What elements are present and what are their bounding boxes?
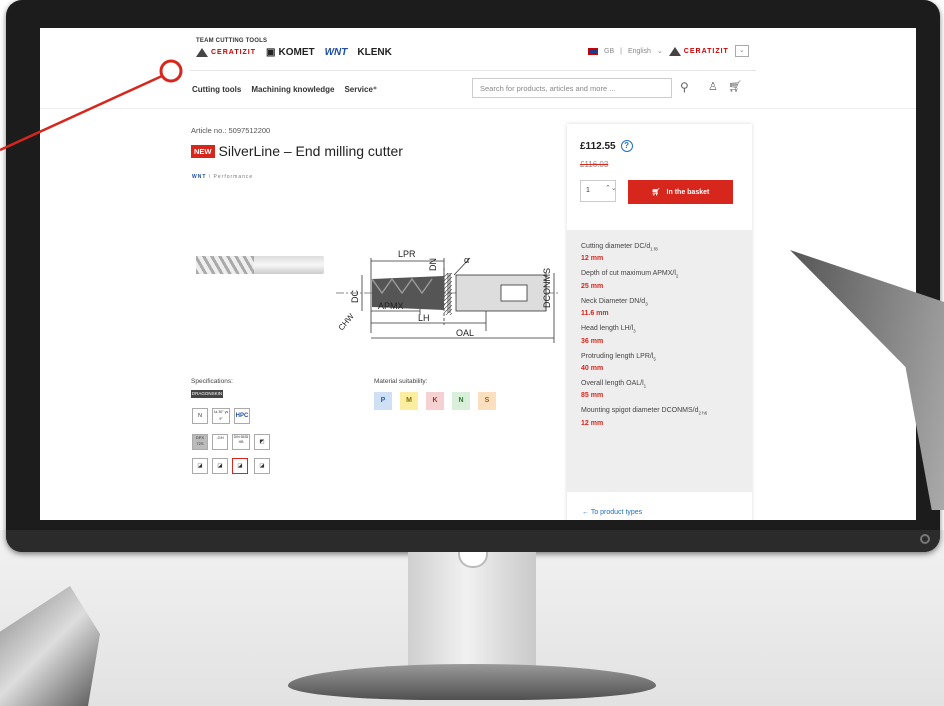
specifications-label: Specifications: [191,378,233,385]
specs-list: Cutting diameter DC/d1 f8 12 mm Depth of c… [567,230,752,492]
technical-drawing: LPR DN α DCONMS DC CHW APMX LH OAL [336,249,558,343]
spec-icon-hpc: HPC [234,408,250,424]
spec-value: 36 mm [581,337,604,345]
help-icon[interactable]: ? [620,140,633,152]
old-price: £116.03 [580,160,609,169]
cart-icon[interactable]: 🛒︎ [728,80,742,93]
spec-label: Overall length OAL/l1 [581,379,647,389]
monitor-base [288,664,656,700]
label-chw: CHW [337,312,356,333]
region-label: GB [604,47,615,55]
nav-item-cutting-tools[interactable]: Cutting tools [192,85,241,94]
material-list: PMKNS [374,392,496,410]
material-k: K [426,392,444,410]
spec-label: Head length LH/l3 [581,325,636,334]
product-title: SilverLine – End milling cutter [218,143,403,159]
ceratizit-logo-icon [668,46,681,56]
price-row: £112.55 ? [580,140,633,152]
product-image[interactable] [196,256,324,274]
monitor-frame: TEAM CUTTING TOOLS CERATIZIT ▣ KOMET WNT… [6,0,940,552]
purchase-panel: £112.55 ? £116.03 1 ⌃⌄ 🛒︎ In the basket … [567,124,752,520]
material-n: N [452,392,470,410]
main-nav: Cutting tools Machining knowledge Servic… [192,85,377,94]
material-p: P [374,392,392,410]
spec-icon-angles: λs 30° γs 9° [212,408,230,424]
dragonskin-badge: DRAGONSKIN [191,390,223,398]
label-apmx: APMX [378,301,404,311]
label-dc: DC [350,290,360,303]
chevron-down-icon: ⌄ [656,48,663,55]
cart-icon: 🛒︎ [651,189,661,196]
power-icon [920,534,930,544]
website-screen: TEAM CUTTING TOOLS CERATIZIT ▣ KOMET WNT… [40,28,916,520]
spec-icon-geometry: -GH [212,434,228,450]
spec-value: 11.6 mm [581,310,609,318]
add-to-basket-button[interactable]: 🛒︎ In the basket [628,180,733,204]
nav-item-service[interactable]: Service⁺ [344,85,377,94]
brand-header: TEAM CUTTING TOOLS CERATIZIT ▣ KOMET WNT… [196,38,392,58]
search-icon[interactable]: ⚲ [680,80,689,94]
brand-klenk[interactable]: KLENK [357,47,391,58]
group-logo: CERATIZIT [668,46,729,56]
spec-icon-milling-1: ◪ [192,458,208,474]
product-title-row: NEW SilverLine – End milling cutter [191,143,403,159]
spec-value: 12 mm [581,255,604,263]
spec-label: Protruding length LPR/l5 [581,352,656,361]
spec-icon-milling-2: ◪ [212,458,228,474]
brand-wnt[interactable]: WNT [325,47,348,58]
spec-icon-n: N [192,408,208,424]
spec-label: Cutting diameter DC/d1 f8 [581,243,658,252]
material-s: S [478,392,496,410]
spec-value: 25 mm [581,282,604,290]
group-dropdown-button[interactable]: ⌄ [734,45,749,57]
spec-value: 85 mm [581,392,604,400]
material-m: M [400,392,418,410]
label-dn: DN [428,258,438,271]
monitor-stand [408,552,536,672]
product-brand-line: WNT \ Performance [192,174,254,180]
material-suitability-label: Material suitability: [374,378,428,385]
spec-icon-corner: ◩ [254,434,270,450]
spec-value: 12 mm [581,419,604,427]
spec-icon-milling-3: ◪ [232,458,248,474]
search-input[interactable]: Search for products, articles and more .… [472,78,672,98]
locale-selector[interactable]: GB | English ⌄ CERATIZIT ⌄ [588,45,749,57]
brand-ceratizit[interactable]: CERATIZIT [196,48,256,57]
spec-icon-coating: DPX 72S [192,434,208,450]
new-badge: NEW [191,144,215,158]
label-alpha: α [464,255,469,265]
ceratizit-logo-icon [196,48,208,57]
spec-icon-shank: DIN 6535 HB [232,434,250,450]
spec-icon-milling-4: ◪ [254,458,270,474]
uk-flag-icon [588,47,598,55]
article-number: Article no.: 5097512200 [191,126,271,135]
language-label: English [627,47,651,55]
label-lh: LH [418,313,430,323]
divider [190,70,756,71]
divider [40,108,916,109]
spec-value: 40 mm [581,364,604,372]
label-dconms: DCONMS [542,268,552,308]
user-icon[interactable]: ♙ [708,80,718,93]
spec-label: Mounting spigot diameter DCONMS/d2 h6 [581,407,708,416]
brand-komet[interactable]: ▣ KOMET [266,47,315,58]
label-lpr: LPR [398,249,416,259]
team-label: TEAM CUTTING TOOLS [196,38,268,44]
stepper-arrows-icon[interactable]: ⌃⌄ [605,184,617,192]
to-product-types-link[interactable]: ← To product types [582,509,642,516]
spec-label: Neck Diameter DN/d3 [581,297,648,307]
spec-label: Depth of cut maximum APMX/l2 [581,270,679,279]
price: £112.55 [580,140,616,152]
nav-item-machining-knowledge[interactable]: Machining knowledge [251,85,334,94]
label-oal: OAL [456,328,474,338]
